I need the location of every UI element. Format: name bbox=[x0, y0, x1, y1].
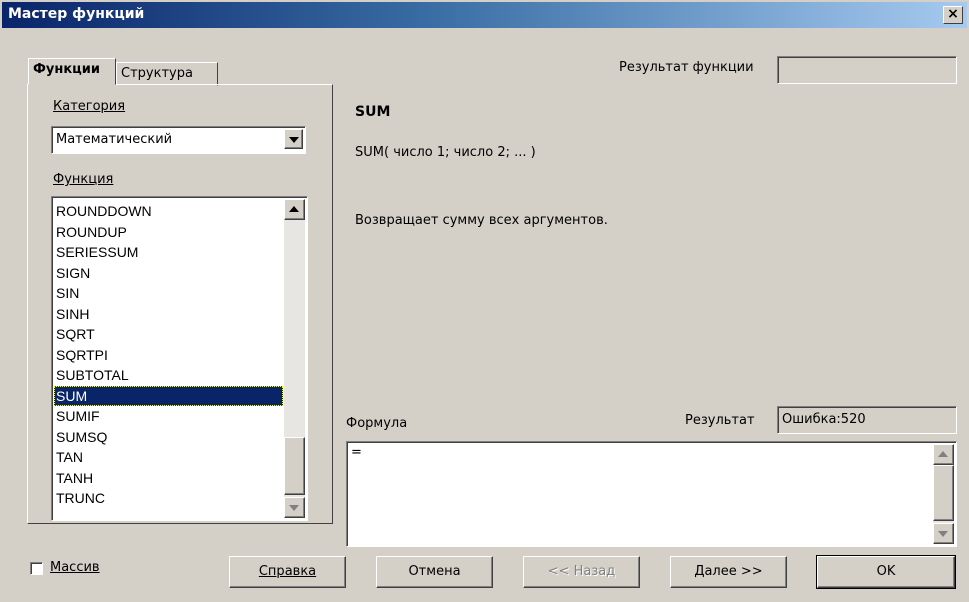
function-list-item[interactable]: TAN bbox=[54, 447, 283, 468]
scroll-down-button[interactable] bbox=[284, 497, 305, 518]
category-value: Математический bbox=[56, 132, 173, 147]
formula-text: = bbox=[351, 445, 362, 460]
function-list-item[interactable]: SUM bbox=[54, 385, 283, 406]
back-button-label: << Назад bbox=[547, 564, 616, 579]
result-value: Ошибка:520 bbox=[782, 412, 866, 427]
array-checkbox[interactable] bbox=[30, 562, 43, 575]
ok-button-label: OK bbox=[876, 564, 896, 579]
window-title: Мастер функций bbox=[8, 6, 145, 22]
title-bar: Мастер функций × bbox=[2, 2, 967, 28]
scroll-up-button[interactable] bbox=[284, 199, 305, 220]
function-result-label: Результат функции bbox=[619, 60, 754, 75]
function-list-item[interactable]: SERIESSUM bbox=[54, 242, 283, 263]
function-name: SUM bbox=[355, 104, 391, 120]
chevron-down-icon bbox=[289, 137, 299, 143]
formula-label: Формула bbox=[346, 416, 408, 431]
function-list-item[interactable]: SQRTPI bbox=[54, 345, 283, 366]
scroll-thumb[interactable] bbox=[284, 437, 305, 495]
function-description: Возвращает сумму всех аргументов. bbox=[355, 213, 608, 228]
function-list-item[interactable]: SUMIF bbox=[54, 406, 283, 427]
function-label: Функция bbox=[53, 172, 114, 187]
function-list-item[interactable]: SUMSQ bbox=[54, 427, 283, 448]
formula-scroll-down-button[interactable] bbox=[933, 523, 954, 544]
function-result-field bbox=[777, 56, 957, 84]
function-list-item[interactable]: ROUNDUP bbox=[54, 222, 283, 243]
function-list-item[interactable]: TRUNC bbox=[54, 488, 283, 509]
function-list-scrollbar[interactable] bbox=[284, 199, 305, 518]
function-list-items: ROUNDDOWN ROUNDUP SERIESSUM SIGN SIN SINH SQRT… bbox=[54, 201, 283, 509]
arrow-down-icon bbox=[938, 531, 948, 537]
function-list-item[interactable]: ROUNDDOWN bbox=[54, 201, 283, 222]
array-checkbox-label: Массив bbox=[50, 560, 100, 575]
formula-scroll-up-button[interactable] bbox=[933, 444, 954, 465]
category-dropdown-button[interactable] bbox=[284, 129, 303, 149]
cancel-button[interactable]: Отмена bbox=[376, 556, 493, 588]
function-wizard-dialog: Мастер функций × Структура Функции Катег… bbox=[0, 0, 969, 602]
function-list-item[interactable]: SQRT bbox=[54, 324, 283, 345]
category-select[interactable]: Математический bbox=[51, 126, 306, 154]
function-list-item[interactable]: SIN bbox=[54, 283, 283, 304]
function-list-item[interactable]: SINH bbox=[54, 304, 283, 325]
result-label: Результат bbox=[685, 413, 755, 428]
function-listbox[interactable]: ROUNDDOWN ROUNDUP SERIESSUM SIGN SIN SINH SQRT… bbox=[51, 196, 308, 521]
next-button[interactable]: Далее >> bbox=[670, 556, 787, 588]
formula-editor[interactable]: = bbox=[346, 441, 957, 547]
next-button-label: Далее >> bbox=[694, 564, 763, 579]
result-field: Ошибка:520 bbox=[777, 406, 957, 434]
tab-structure[interactable]: Структура bbox=[116, 62, 218, 86]
tab-functions-label: Функции bbox=[33, 62, 101, 77]
function-list-item[interactable]: SIGN bbox=[54, 263, 283, 284]
function-list-item[interactable]: TANH bbox=[54, 468, 283, 489]
cancel-button-label: Отмена bbox=[408, 564, 461, 579]
tab-functions[interactable]: Функции bbox=[28, 58, 116, 85]
help-button-label: Справка bbox=[258, 564, 317, 579]
category-label: Категория bbox=[53, 99, 126, 114]
help-button[interactable]: Справка bbox=[229, 556, 346, 588]
ok-button[interactable]: OK bbox=[816, 555, 956, 589]
formula-scroll-thumb[interactable] bbox=[933, 465, 954, 521]
tab-structure-label: Структура bbox=[121, 66, 193, 81]
function-signature: SUM( число 1; число 2; ... ) bbox=[355, 145, 536, 160]
back-button[interactable]: << Назад bbox=[523, 556, 640, 588]
function-list-item[interactable]: SUBTOTAL bbox=[54, 365, 283, 386]
arrow-down-icon bbox=[289, 505, 299, 511]
formula-scrollbar[interactable] bbox=[933, 444, 954, 544]
close-button[interactable]: × bbox=[943, 6, 963, 24]
arrow-up-icon bbox=[938, 451, 948, 457]
arrow-up-icon bbox=[289, 206, 299, 212]
